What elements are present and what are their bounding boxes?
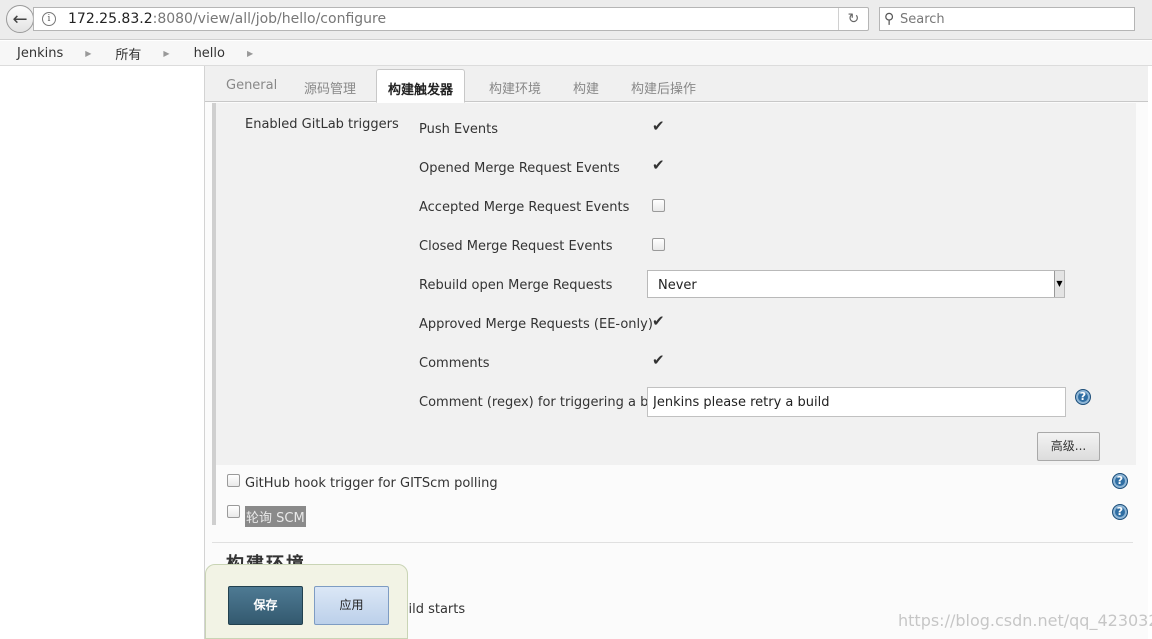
address-bar[interactable]: i 172.25.83.2:8080/view/all/job/hello/co…: [33, 7, 869, 31]
watermark-text: https://blog.csdn.net/qq_42303254: [898, 611, 1152, 630]
save-button[interactable]: 保存: [228, 586, 303, 625]
config-panel: General 源码管理 构建触发器 构建环境 构建 构建后操作 Enabled…: [205, 66, 1148, 639]
info-icon[interactable]: i: [42, 12, 56, 26]
approved-mr-checkbox[interactable]: ✔: [652, 314, 665, 329]
github-hook-label: GitHub hook trigger for GITScm polling: [245, 476, 498, 491]
closed-mr-checkbox[interactable]: [652, 238, 665, 251]
comment-regex-label: Comment (regex) for triggering a build: [419, 395, 673, 410]
config-tabs: General 源码管理 构建触发器 构建环境 构建 构建后操作: [205, 66, 1148, 103]
comment-regex-input[interactable]: [647, 387, 1066, 417]
opened-mr-checkbox[interactable]: ✔: [652, 158, 665, 173]
comments-label: Comments: [419, 356, 490, 371]
breadcrumb-separator-icon: ▶: [163, 48, 170, 58]
breadcrumb-hello[interactable]: hello: [194, 46, 225, 61]
apply-button[interactable]: 应用: [314, 586, 389, 625]
closed-mr-label: Closed Merge Request Events: [419, 239, 613, 254]
save-bar: 保存 应用: [205, 564, 408, 639]
accepted-mr-label: Accepted Merge Request Events: [419, 200, 630, 215]
tab-build[interactable]: 构建: [573, 78, 599, 97]
opened-mr-label: Opened Merge Request Events: [419, 161, 620, 176]
url-path: :8080/view/all/job/hello/configure: [152, 11, 387, 27]
help-icon[interactable]: ?: [1112, 473, 1128, 489]
github-hook-checkbox[interactable]: [227, 474, 240, 487]
back-arrow-icon[interactable]: ←: [6, 5, 34, 33]
search-box[interactable]: ⚲: [879, 7, 1135, 31]
search-icon: ⚲: [884, 11, 895, 27]
rebuild-mr-value: Never: [658, 278, 697, 293]
browser-toolbar: ← i 172.25.83.2:8080/view/all/job/hello/…: [0, 0, 1152, 40]
tab-post-build[interactable]: 构建后操作: [631, 78, 696, 97]
breadcrumb-separator-icon: ▶: [85, 48, 92, 58]
breadcrumb-jenkins[interactable]: Jenkins: [17, 46, 63, 61]
section-divider: [212, 542, 1133, 543]
reload-icon[interactable]: ↻: [838, 8, 868, 30]
accepted-mr-checkbox[interactable]: [652, 199, 665, 212]
push-events-label: Push Events: [419, 122, 499, 137]
tab-build-triggers[interactable]: 构建触发器: [376, 69, 466, 103]
search-input[interactable]: [900, 10, 1130, 28]
push-events-checkbox[interactable]: ✔: [652, 119, 665, 134]
url-text: 172.25.83.2:8080/view/all/job/hello/conf…: [68, 11, 386, 27]
breadcrumb: Jenkins ▶ 所有 ▶ hello ▶: [0, 41, 1152, 66]
help-icon[interactable]: ?: [1112, 504, 1128, 520]
approved-mr-label: Approved Merge Requests (EE-only): [419, 317, 653, 332]
rebuild-mr-label: Rebuild open Merge Requests: [419, 278, 613, 293]
poll-scm-label: 轮询 SCM: [245, 506, 306, 527]
help-icon[interactable]: ?: [1075, 389, 1091, 405]
poll-scm-checkbox[interactable]: [227, 505, 240, 518]
breadcrumb-separator-icon[interactable]: ▶: [247, 49, 253, 58]
rebuild-mr-select[interactable]: Never ▼: [647, 270, 1065, 298]
gitlab-section-label: Enabled GitLab triggers: [245, 117, 399, 132]
advanced-button[interactable]: 高级...: [1037, 432, 1100, 461]
tab-build-environment[interactable]: 构建环境: [489, 78, 541, 97]
tab-source-code[interactable]: 源码管理: [304, 78, 356, 97]
tab-general[interactable]: General: [226, 78, 277, 93]
url-host: 172.25.83.2: [68, 11, 153, 27]
breadcrumb-all[interactable]: 所有: [115, 44, 141, 63]
dropdown-arrow-icon[interactable]: ▼: [1054, 271, 1064, 297]
comments-checkbox[interactable]: ✔: [652, 353, 665, 368]
